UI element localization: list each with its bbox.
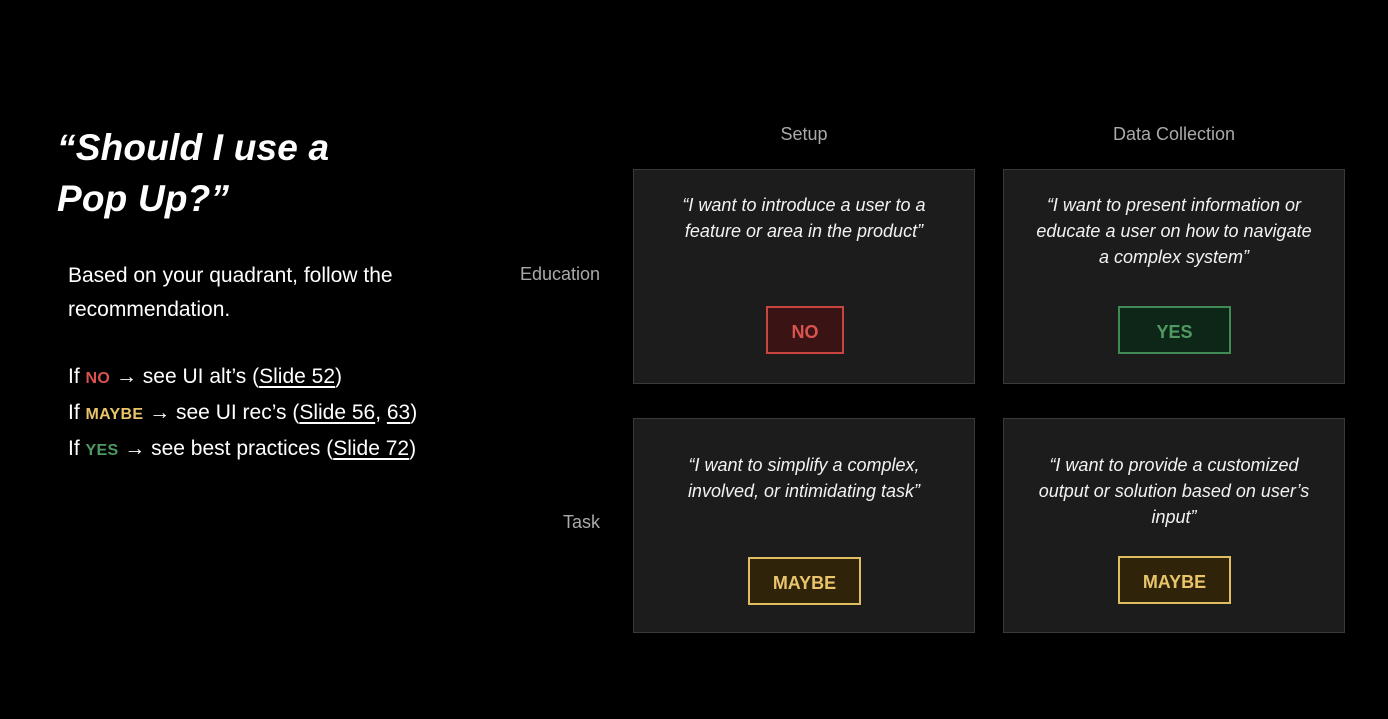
recommendation-rules: If NO → see UI alt’s (Slide 52) If MAYBE…	[68, 360, 488, 468]
row-header-education: Education	[519, 264, 600, 284]
link-slide-63[interactable]: 63	[387, 401, 410, 424]
verdict-badge-no: NO	[766, 306, 844, 354]
link-slide-72[interactable]: Slide 72	[333, 437, 409, 460]
link-slide-56[interactable]: Slide 56	[299, 401, 375, 424]
column-header-setup: Setup	[780, 124, 828, 144]
intro-line-1: Based on your quadrant, follow the	[68, 264, 393, 287]
rule-suffix: )	[335, 365, 343, 388]
quadrant-task-data-collection: “I want to provide a customized output o…	[1003, 418, 1345, 633]
verdict-badge-maybe: MAYBE	[1118, 556, 1231, 604]
rule-text: → see best practices (	[118, 437, 334, 460]
rule-yes: If YES → see best practices (Slide 72)	[68, 432, 488, 468]
slide-title-line-1: “Should I use a	[57, 127, 330, 168]
rule-suffix: )	[409, 437, 417, 460]
keyword-no: NO	[85, 370, 111, 387]
row-header-task: Task	[562, 512, 600, 532]
quadrant-education-setup: “I want to introduce a user to a feature…	[633, 169, 975, 384]
quadrant-task-setup: “I want to simplify a complex, involved,…	[633, 418, 975, 633]
quadrant-quote: “I want to simplify a complex, involved,…	[687, 455, 921, 501]
rule-prefix: If	[68, 437, 86, 460]
rule-maybe: If MAYBE → see UI rec’s (Slide 56, 63)	[68, 396, 488, 432]
intro-text: Based on your quadrant, follow the recom…	[68, 259, 468, 327]
quadrant-quote: “I want to provide a customized output o…	[1038, 455, 1310, 527]
slide-title: “Should I use a Pop Up?”	[57, 122, 417, 224]
rule-no: If NO → see UI alt’s (Slide 52)	[68, 360, 488, 396]
rule-prefix: If	[68, 365, 86, 388]
intro-line-2: recommendation.	[68, 298, 231, 321]
link-slide-52[interactable]: Slide 52	[259, 365, 335, 388]
slide-title-line-2: Pop Up?”	[57, 178, 230, 219]
rule-text: → see UI alt’s (	[110, 365, 260, 388]
quadrant-quote: “I want to present information or educat…	[1036, 195, 1312, 267]
rule-text: → see UI rec’s (	[143, 401, 300, 424]
rule-prefix: If	[68, 401, 86, 424]
rule-suffix: )	[410, 401, 418, 424]
keyword-yes: YES	[85, 442, 119, 459]
verdict-badge-yes: YES	[1118, 306, 1231, 354]
rule-separator: ,	[375, 401, 387, 424]
column-header-data-collection: Data Collection	[1112, 124, 1236, 144]
quadrant-quote: “I want to introduce a user to a feature…	[682, 195, 926, 241]
quadrant-education-data-collection: “I want to present information or educat…	[1003, 169, 1345, 384]
verdict-badge-maybe: MAYBE	[748, 557, 861, 605]
keyword-maybe: MAYBE	[85, 406, 144, 423]
